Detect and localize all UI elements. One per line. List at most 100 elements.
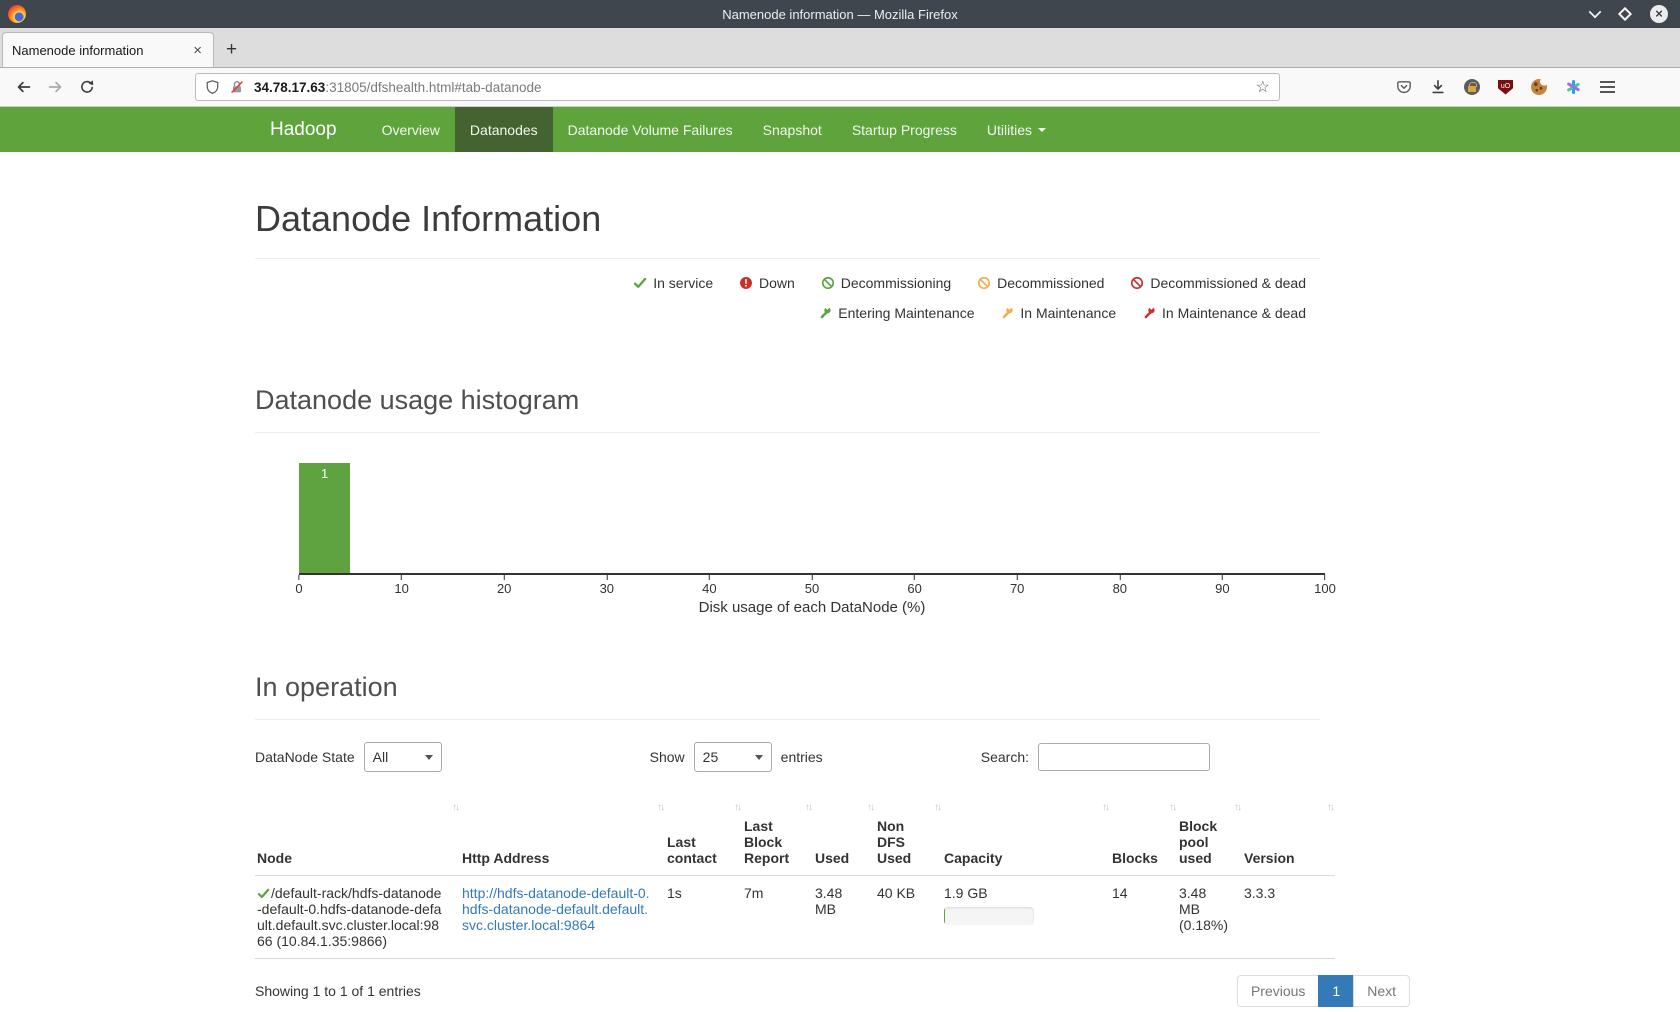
tab-strip: Namenode information × + bbox=[0, 28, 1680, 68]
window-titlebar: Namenode information — Mozilla Firefox × bbox=[0, 0, 1680, 28]
insecure-lock-icon[interactable] bbox=[229, 79, 245, 95]
new-tab-button[interactable]: + bbox=[214, 39, 249, 67]
nav-item-datanodes[interactable]: Datanodes bbox=[455, 107, 553, 152]
wrench-icon bbox=[818, 306, 832, 320]
sort-icon[interactable]: ↑↓ bbox=[657, 800, 663, 816]
showing-entries-text: Showing 1 to 1 of 1 entries bbox=[255, 983, 421, 999]
nav-item-label: Datanodes bbox=[470, 122, 538, 138]
column-header-label: Used bbox=[815, 850, 849, 866]
sort-icon[interactable]: ↑↓ bbox=[867, 800, 873, 816]
axis-tick: 90 bbox=[1215, 575, 1229, 596]
legend-item-in-service: In service bbox=[633, 269, 713, 297]
nav-item-label: Overview bbox=[382, 122, 440, 138]
sort-icon[interactable]: ↑↓ bbox=[934, 800, 940, 816]
divider bbox=[255, 719, 1320, 720]
axis-tick: 0 bbox=[295, 575, 302, 596]
extension-privacy-icon[interactable] bbox=[1464, 79, 1480, 95]
chevron-down-icon bbox=[755, 755, 763, 760]
pagination-page-1[interactable]: 1 bbox=[1318, 975, 1354, 1007]
url-host: 34.78.17.63 bbox=[254, 80, 325, 95]
table-footer: Showing 1 to 1 of 1 entries Previous 1 N… bbox=[255, 975, 1410, 1007]
tracking-shield-icon[interactable] bbox=[205, 79, 220, 95]
window-close-icon[interactable]: × bbox=[1650, 5, 1668, 23]
reload-button[interactable] bbox=[79, 79, 95, 95]
column-header-label: Blocks bbox=[1112, 850, 1158, 866]
legend-item-entering-maintenance: Entering Maintenance bbox=[818, 299, 974, 327]
menu-hamburger-icon[interactable] bbox=[1599, 80, 1616, 94]
navbar-brand[interactable]: Hadoop bbox=[255, 107, 367, 152]
back-button[interactable] bbox=[15, 79, 32, 95]
datanode-state-select[interactable]: All bbox=[364, 742, 442, 772]
pagination-previous[interactable]: Previous bbox=[1237, 975, 1319, 1007]
sort-icon[interactable]: ↑↓ bbox=[734, 800, 740, 816]
blocks-cell: 14 bbox=[1110, 876, 1177, 959]
column-header-label: Block pool used bbox=[1179, 818, 1217, 866]
browser-tab[interactable]: Namenode information × bbox=[2, 32, 214, 67]
search-input[interactable] bbox=[1038, 743, 1210, 771]
nav-item-utilities[interactable]: Utilities bbox=[972, 107, 1061, 152]
column-header-last-contact[interactable]: Last contact ↑↓ bbox=[665, 792, 742, 876]
sort-icon[interactable]: ↑↓ bbox=[805, 800, 811, 816]
nav-item-startup-progress[interactable]: Startup Progress bbox=[837, 107, 972, 152]
column-header-capacity[interactable]: Capacity↑↓ bbox=[942, 792, 1110, 876]
column-header-block-pool-used[interactable]: Block pool used ↑↓ bbox=[1177, 792, 1242, 876]
sort-icon[interactable]: ↑↓ bbox=[1234, 800, 1240, 816]
node-cell: /default-rack/hdfs-datanode-default-0.hd… bbox=[255, 876, 460, 959]
chevron-down-icon bbox=[425, 755, 433, 760]
column-header-version[interactable]: Version↑↓ bbox=[1242, 792, 1335, 876]
window-minimize-icon[interactable] bbox=[1589, 6, 1602, 19]
http-address-link[interactable]: http://hdfs-datanode-default-0.hdfs-data… bbox=[462, 885, 650, 933]
column-header-last-block-report[interactable]: Last Block Report↑↓ bbox=[742, 792, 813, 876]
extension-ublock-icon[interactable]: uO bbox=[1498, 80, 1513, 95]
axis-tick: 40 bbox=[702, 575, 716, 596]
show-entries-value: 25 bbox=[703, 749, 719, 765]
forward-button[interactable] bbox=[47, 79, 64, 95]
column-header-http-address[interactable]: Http Address↑↓ bbox=[460, 792, 665, 876]
url-bar[interactable]: 34.78.17.63:31805/dfshealth.html#tab-dat… bbox=[195, 73, 1280, 101]
capacity-cell: 1.9 GB bbox=[942, 876, 1110, 959]
extension-containers-icon[interactable] bbox=[1565, 79, 1581, 95]
non-dfs-used-cell: 40 KB bbox=[875, 876, 942, 959]
datanode-state-label: DataNode State bbox=[255, 749, 355, 765]
legend-item-decommissioning: Decommissioning bbox=[821, 269, 951, 297]
legend-label: Decommissioning bbox=[841, 269, 951, 297]
status-legend: In service Down Decommissioning Decommis… bbox=[255, 259, 1320, 329]
legend-item-down: Down bbox=[739, 269, 795, 297]
legend-item-decommissioned-dead: Decommissioned & dead bbox=[1130, 269, 1306, 297]
tab-close-icon[interactable]: × bbox=[191, 42, 204, 59]
nav-item-label: Utilities bbox=[987, 122, 1032, 138]
column-header-blocks[interactable]: Blocks ↑↓ bbox=[1110, 792, 1177, 876]
sort-icon[interactable]: ↑↓ bbox=[1327, 800, 1333, 816]
column-header-label: Node bbox=[257, 850, 292, 866]
legend-row: Entering Maintenance In Maintenance In M… bbox=[255, 299, 1306, 329]
pagination-next[interactable]: Next bbox=[1353, 975, 1410, 1007]
histogram-bar-value: 1 bbox=[299, 463, 350, 481]
legend-item-in-maintenance: In Maintenance bbox=[1000, 299, 1116, 327]
bookmark-star-icon[interactable]: ☆ bbox=[1256, 77, 1270, 97]
download-icon[interactable] bbox=[1430, 79, 1446, 95]
sort-icon[interactable]: ↑↓ bbox=[1169, 800, 1175, 816]
sort-icon[interactable]: ↑↓ bbox=[452, 800, 458, 816]
nav-item-snapshot[interactable]: Snapshot bbox=[748, 107, 837, 152]
column-header-node[interactable]: Node ↑↓ bbox=[255, 792, 460, 876]
sort-icon[interactable]: ↑↓ bbox=[1102, 800, 1108, 816]
nav-item-overview[interactable]: Overview bbox=[367, 107, 455, 152]
hadoop-navbar: Hadoop Overview Datanodes Datanode Volum… bbox=[0, 107, 1680, 152]
table-row: /default-rack/hdfs-datanode-default-0.hd… bbox=[255, 876, 1335, 959]
histogram-heading: Datanode usage histogram bbox=[255, 385, 1410, 416]
check-icon bbox=[633, 276, 647, 290]
show-entries-select[interactable]: 25 bbox=[694, 742, 772, 772]
column-header-label: Last contact bbox=[667, 834, 717, 866]
extension-cookie-icon[interactable] bbox=[1531, 79, 1547, 95]
nav-item-datanode-volume-failures[interactable]: Datanode Volume Failures bbox=[553, 107, 748, 152]
column-header-non-dfs-used[interactable]: Non DFS Used↑↓ bbox=[875, 792, 942, 876]
legend-label: In Maintenance & dead bbox=[1162, 299, 1306, 327]
window-maximize-icon[interactable] bbox=[1618, 7, 1632, 21]
histogram-x-label: Disk usage of each DataNode (%) bbox=[299, 599, 1325, 616]
pocket-icon[interactable] bbox=[1396, 79, 1412, 95]
histogram-bar: 1 bbox=[299, 463, 350, 573]
legend-label: Entering Maintenance bbox=[838, 299, 974, 327]
axis-tick: 100 bbox=[1314, 575, 1336, 596]
column-header-used[interactable]: Used ↑↓ bbox=[813, 792, 875, 876]
show-entries-label: Show bbox=[650, 749, 685, 765]
